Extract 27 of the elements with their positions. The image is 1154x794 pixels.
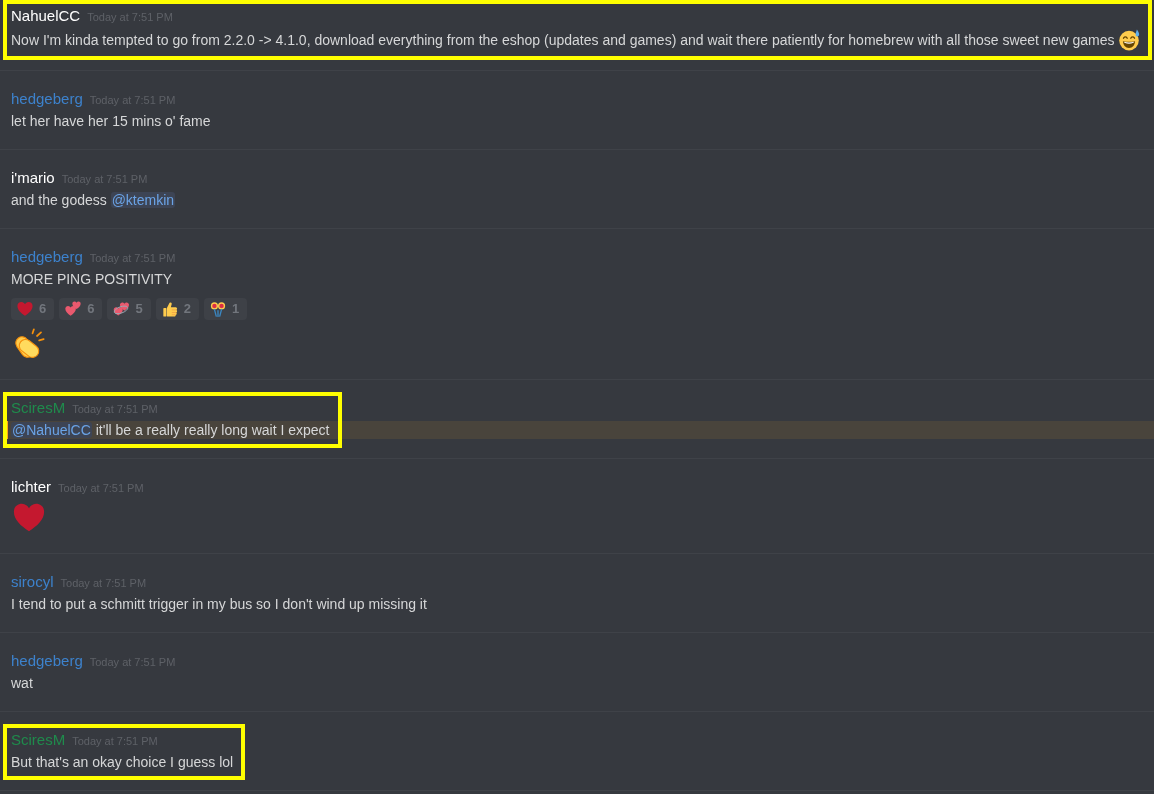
author-name[interactable]: SciresM: [11, 731, 66, 749]
message-text: @NahuelCC it'll be a really really long wait I expect: [11, 421, 330, 439]
message-text: I tend to put a schmitt trigger in my bus so I don't wind up missing it: [11, 595, 427, 613]
sweat-smile-emoji-icon: [1118, 29, 1141, 51]
message-text: MORE PING POSITIVITY: [11, 270, 173, 288]
heart-emoji-icon: [13, 502, 45, 534]
author-name[interactable]: i'mario: [11, 169, 55, 187]
pompoms-emoji-icon: [209, 301, 226, 317]
two-hearts-emoji-icon: [65, 301, 82, 317]
heart-emoji-icon: [17, 301, 33, 317]
message-text: and the godess @ktemkin: [11, 191, 176, 209]
author-name[interactable]: SciresM: [11, 399, 66, 417]
thumbs-up-emoji-icon: [161, 301, 178, 317]
message-text: Now I'm kinda tempted to go from 2.2.0 -> 4.1.0, download everything from the eshop (updates and games) and wait there patiently for homebrew with all those sweet new games: [11, 31, 1115, 49]
user-mention[interactable]: @ktemkin: [110, 192, 176, 208]
author-name[interactable]: sirocyl: [11, 573, 54, 591]
message-text: let her have her 15 mins o' fame: [11, 112, 211, 130]
message-text: wat: [11, 674, 33, 692]
author-name[interactable]: hedgeberg: [11, 248, 83, 266]
clapping-hands-emoji-icon: [13, 328, 45, 360]
user-mention[interactable]: @NahuelCC: [11, 422, 92, 438]
revolving-hearts-emoji-icon: [113, 301, 130, 317]
author-name[interactable]: hedgeberg: [11, 90, 83, 108]
author-name[interactable]: lichter: [11, 478, 51, 496]
author-name[interactable]: NahuelCC: [11, 7, 81, 25]
author-name[interactable]: hedgeberg: [11, 652, 83, 670]
message-text: But that's an okay choice I guess lol: [11, 753, 234, 771]
